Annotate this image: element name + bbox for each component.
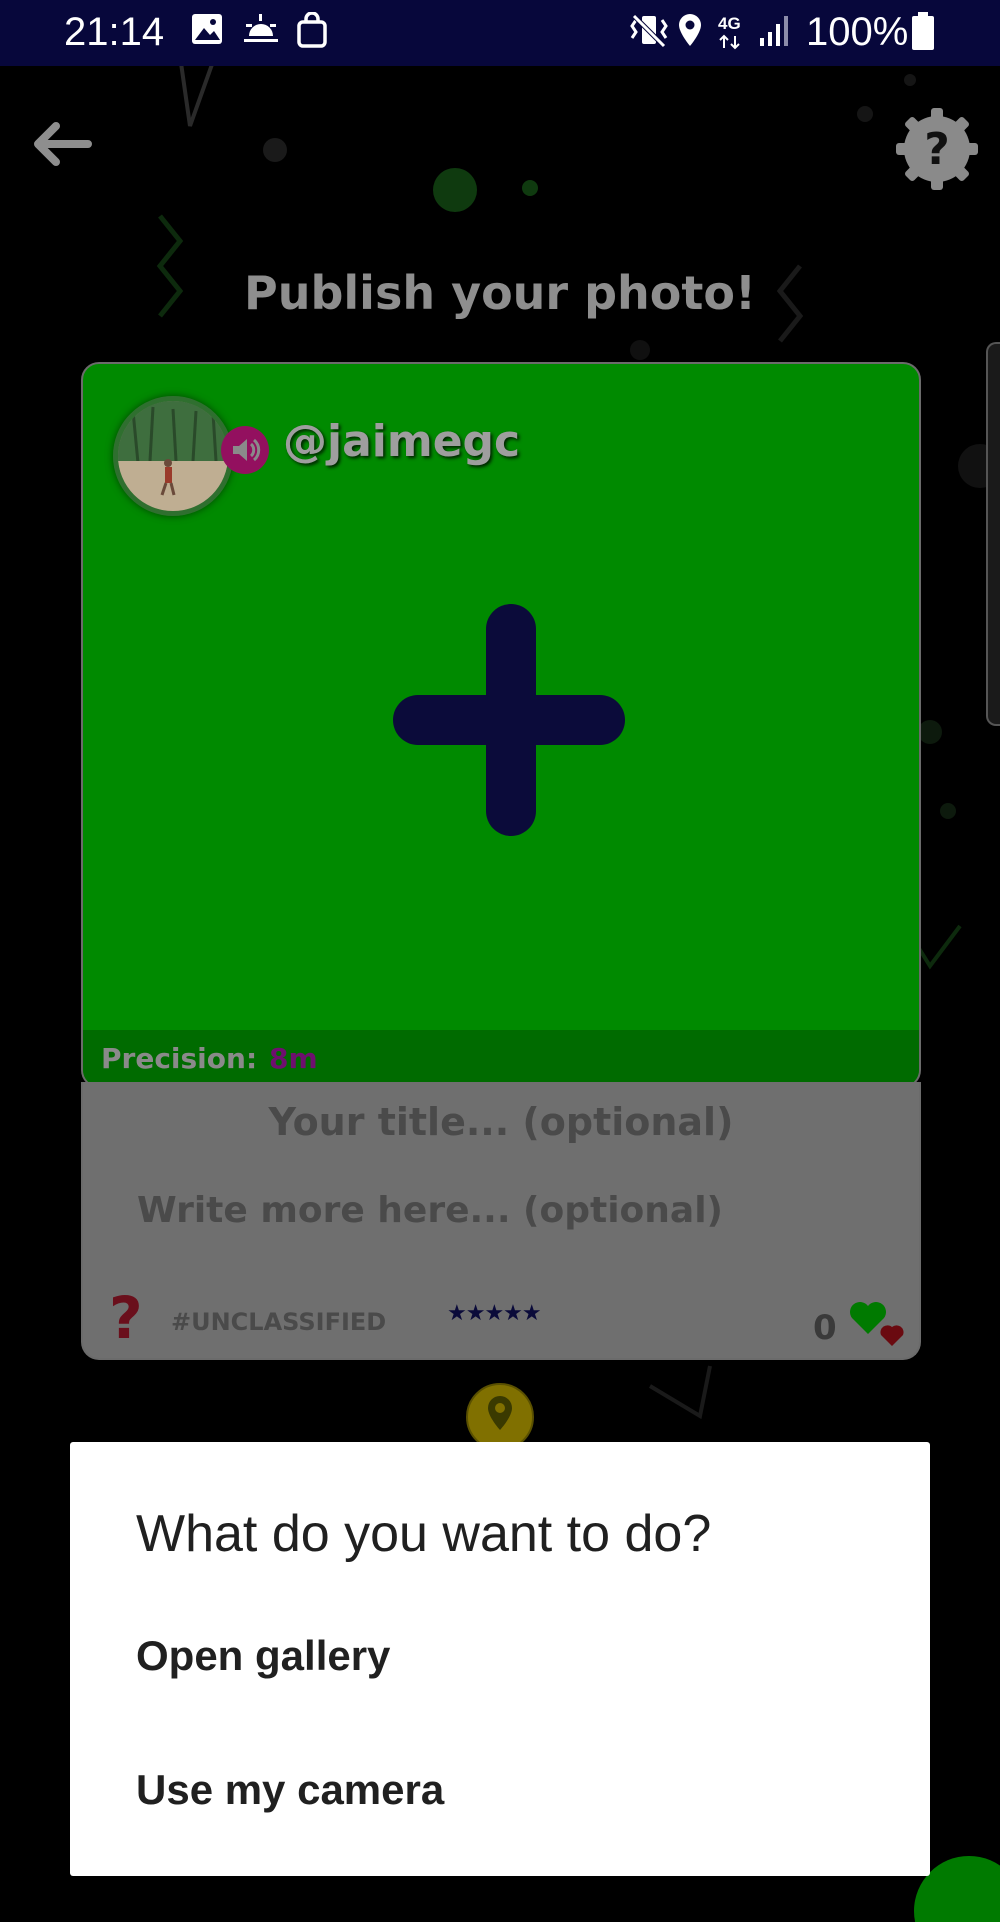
vibrate-icon <box>630 14 668 48</box>
network-type: 4G <box>718 14 741 33</box>
likes-count: 0 <box>813 1308 837 1348</box>
sunrise-icon <box>244 14 278 42</box>
title-input[interactable]: Your title... (optional) <box>83 1100 919 1144</box>
photo-post-card: @jaimegc Precision: 8m Your title... (op… <box>81 362 921 1451</box>
open-gallery-option[interactable]: Open gallery <box>136 1632 390 1680</box>
avatar[interactable] <box>113 396 233 516</box>
username: @jaimegc <box>283 416 521 467</box>
shopping-bag-icon <box>297 12 327 48</box>
signal-icon <box>760 16 788 46</box>
gear-help-icon[interactable]: ? <box>892 104 982 194</box>
svg-text:?: ? <box>924 124 950 175</box>
photo-picker-area[interactable]: @jaimegc Precision: 8m <box>81 362 921 1088</box>
dialog-title: What do you want to do? <box>136 1505 712 1563</box>
data-arrows-icon <box>719 34 740 50</box>
add-photo-plus-icon[interactable] <box>389 600 629 840</box>
location-icon <box>679 14 701 46</box>
description-input[interactable]: Write more here... (optional) <box>137 1190 723 1231</box>
hearts-icon[interactable] <box>848 1290 908 1350</box>
status-bar: 21:14 4G 100% <box>0 0 1000 66</box>
image-icon <box>192 14 222 44</box>
arrow-left-icon[interactable] <box>30 120 92 168</box>
category-question-icon[interactable]: ? <box>109 1284 143 1352</box>
avatar-image <box>118 401 228 511</box>
precision-bar: Precision: 8m <box>83 1030 919 1086</box>
category-label[interactable]: #UNCLASSIFIED <box>171 1308 386 1336</box>
battery-percent: 100% <box>806 10 909 54</box>
speaker-icon[interactable] <box>221 426 269 474</box>
post-details: Your title... (optional) Write more here… <box>81 1082 921 1360</box>
action-dialog: What do you want to do? Open gallery Use… <box>70 1442 930 1876</box>
battery-icon <box>912 12 934 50</box>
side-panel-handle[interactable] <box>986 342 1000 726</box>
page-title: Publish your photo! <box>244 266 756 320</box>
status-time: 21:14 <box>64 10 165 54</box>
precision-value: 8m <box>269 1042 318 1075</box>
rating-stars: ★★★★★ <box>447 1300 542 1325</box>
use-camera-option[interactable]: Use my camera <box>136 1766 444 1814</box>
precision-label: Precision: <box>101 1042 258 1075</box>
